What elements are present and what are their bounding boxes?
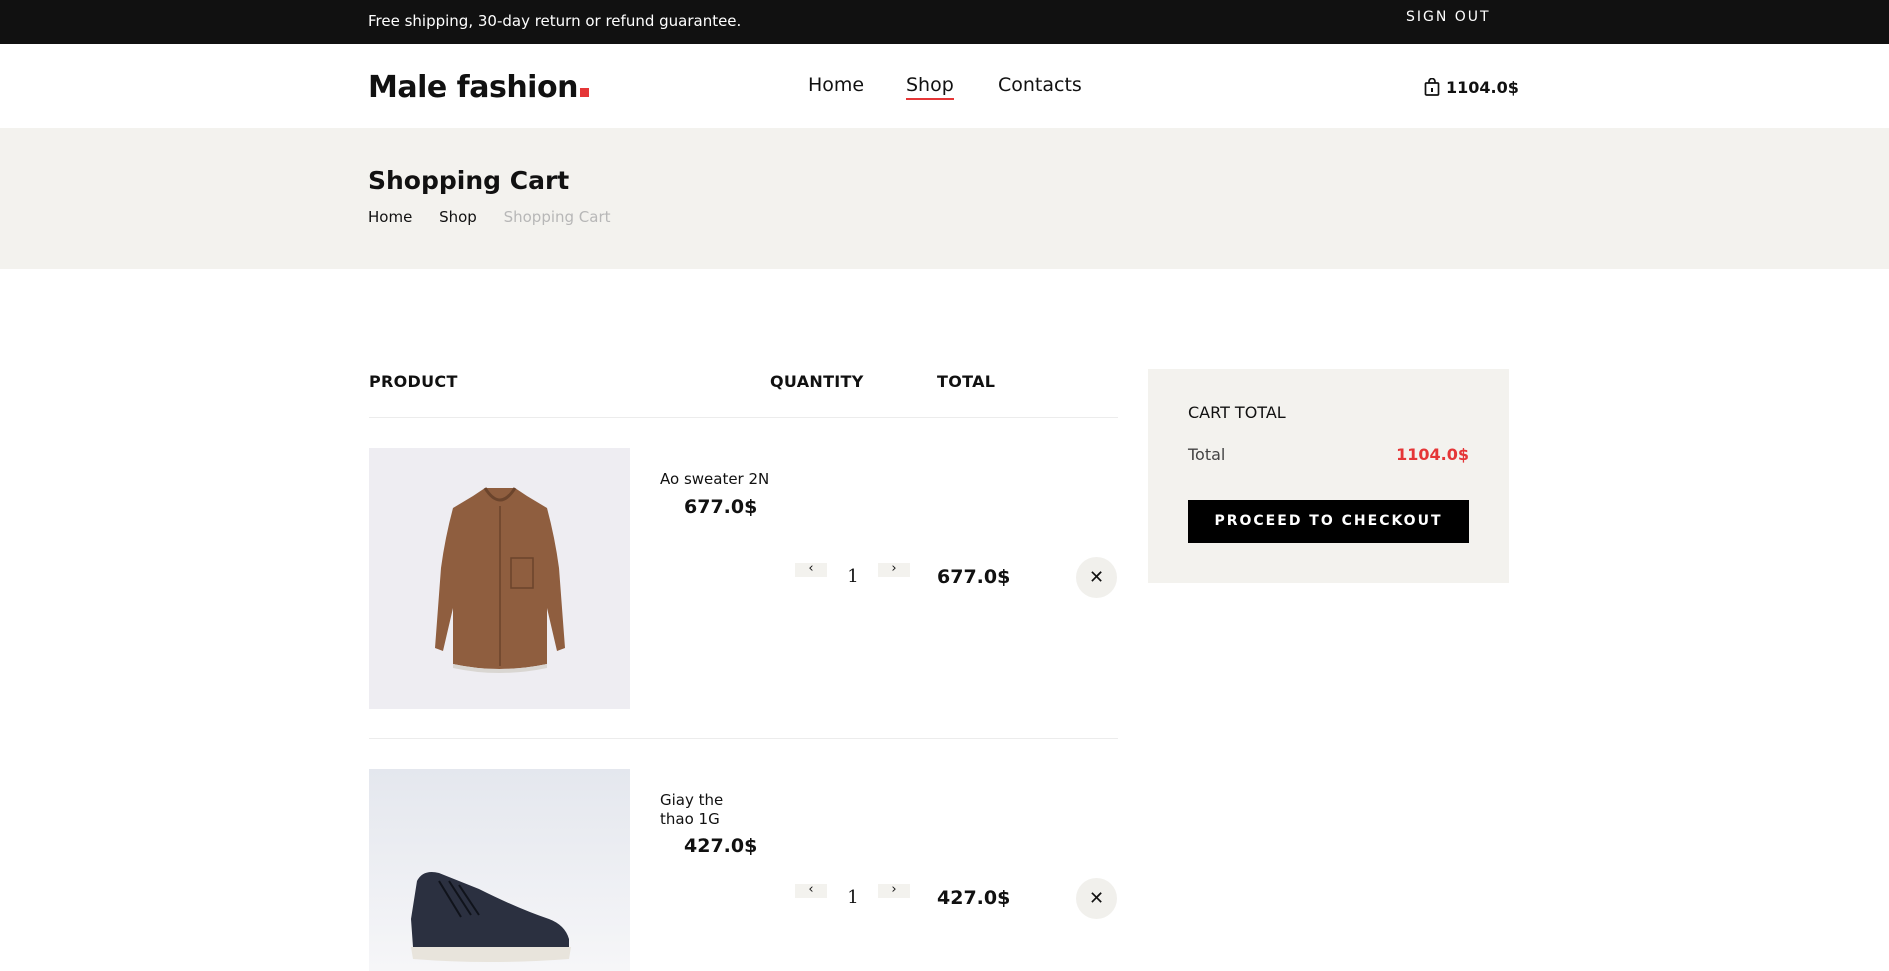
sign-out-link[interactable]: SIGN OUT xyxy=(1406,9,1491,25)
total-label: Total xyxy=(1188,445,1226,464)
nav-shop[interactable]: Shop xyxy=(906,74,954,100)
row-total: 677.0$ xyxy=(937,566,1011,588)
breadcrumb-section: Shopping Cart Home Shop Shopping Cart xyxy=(0,128,1889,269)
product-price: 427.0$ xyxy=(684,835,758,857)
quantity-increment-button[interactable]: › xyxy=(878,882,910,898)
quantity-value[interactable]: 1 xyxy=(843,566,863,587)
chevron-left-icon: ‹ xyxy=(808,561,814,576)
row-total: 427.0$ xyxy=(937,887,1011,909)
header-cart-total: 1104.0$ xyxy=(1446,78,1519,97)
remove-item-button[interactable]: ✕ xyxy=(1076,557,1117,598)
quantity-value[interactable]: 1 xyxy=(843,887,863,908)
page-title: Shopping Cart xyxy=(368,166,570,195)
nav-contacts[interactable]: Contacts xyxy=(998,74,1082,96)
quantity-decrement-button[interactable]: ‹ xyxy=(795,882,827,898)
breadcrumb-shop[interactable]: Shop xyxy=(439,208,477,226)
column-header-quantity: QUANTITY xyxy=(770,372,864,391)
row-divider xyxy=(369,738,1118,739)
nav-home[interactable]: Home xyxy=(808,74,864,96)
header-cart[interactable]: 1104.0$ xyxy=(1424,77,1519,97)
logo-dot xyxy=(579,88,589,97)
header-divider xyxy=(369,417,1118,418)
shipping-notice: Free shipping, 30-day return or refund g… xyxy=(368,12,742,30)
product-price: 677.0$ xyxy=(684,496,758,518)
shopping-bag-icon xyxy=(1424,77,1440,96)
chevron-left-icon: ‹ xyxy=(808,882,814,897)
product-name[interactable]: Giay the thao 1G xyxy=(660,791,760,829)
breadcrumb-home[interactable]: Home xyxy=(368,208,412,226)
close-icon: ✕ xyxy=(1088,567,1105,588)
product-name[interactable]: Ao sweater 2N xyxy=(660,470,770,489)
logo-text: Male fashion xyxy=(368,70,578,105)
cart-total-title: CART TOTAL xyxy=(1188,403,1286,422)
proceed-to-checkout-button[interactable]: PROCEED TO CHECKOUT xyxy=(1188,500,1469,543)
remove-item-button[interactable]: ✕ xyxy=(1076,878,1117,919)
cart-total-panel: CART TOTAL Total 1104.0$ PROCEED TO CHEC… xyxy=(1148,369,1509,583)
column-header-product: PRODUCT xyxy=(369,372,458,391)
top-announcement-bar: Free shipping, 30-day return or refund g… xyxy=(0,0,1889,44)
site-logo[interactable]: Male fashion xyxy=(368,70,589,105)
chevron-right-icon: › xyxy=(891,561,897,576)
breadcrumb-current: Shopping Cart xyxy=(503,208,611,226)
close-icon: ✕ xyxy=(1088,888,1105,909)
brown-shirt-image xyxy=(369,448,630,709)
navy-sneaker-image xyxy=(369,769,630,971)
column-header-total: TOTAL xyxy=(937,372,996,391)
chevron-right-icon: › xyxy=(891,882,897,897)
breadcrumb: Home Shop Shopping Cart xyxy=(368,208,633,226)
quantity-decrement-button[interactable]: ‹ xyxy=(795,561,827,577)
quantity-increment-button[interactable]: › xyxy=(878,561,910,577)
total-value: 1104.0$ xyxy=(1396,445,1469,464)
site-header: Male fashion Home Shop Contacts 1104.0$ xyxy=(0,44,1889,128)
